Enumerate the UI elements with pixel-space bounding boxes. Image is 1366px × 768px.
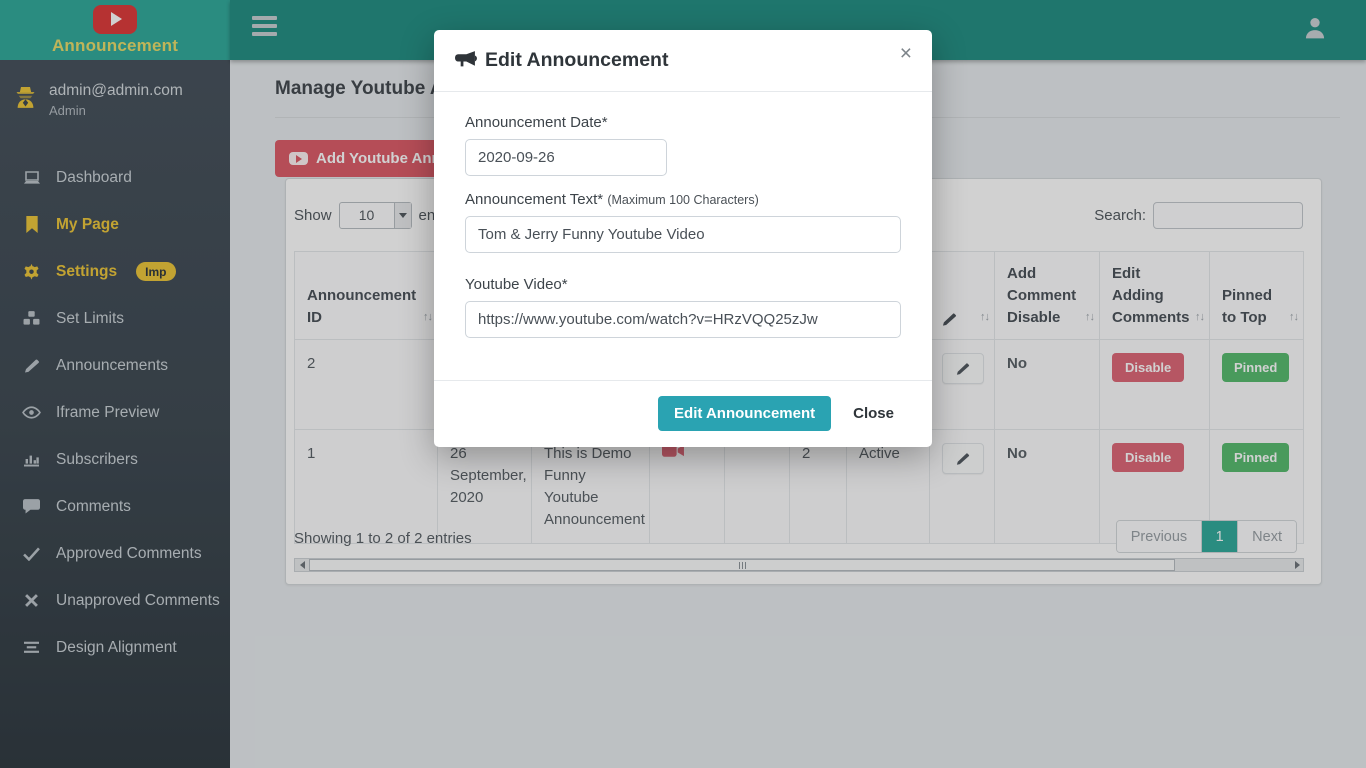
announcement-date-input[interactable]	[465, 139, 667, 176]
bullhorn-icon	[454, 50, 477, 71]
modal-footer: Edit Announcement Close	[434, 380, 932, 447]
modal-header: Edit Announcement ×	[434, 30, 932, 92]
video-field-label: Youtube Video*	[465, 276, 901, 293]
max-characters-hint: (Maximum 100 Characters)	[607, 193, 758, 207]
text-field-label: Announcement Text* (Maximum 100 Characte…	[465, 191, 901, 208]
modal-close-button[interactable]: Close	[835, 396, 912, 431]
edit-announcement-modal: Edit Announcement × Announcement Date* A…	[434, 30, 932, 447]
modal-body: Announcement Date* Announcement Text* (M…	[434, 92, 932, 380]
date-field-label: Announcement Date*	[465, 114, 901, 131]
modal-title: Edit Announcement	[485, 49, 668, 72]
announcement-text-input[interactable]	[465, 216, 901, 253]
youtube-video-input[interactable]	[465, 301, 901, 338]
edit-announcement-submit-button[interactable]: Edit Announcement	[658, 396, 831, 431]
close-icon[interactable]: ×	[900, 42, 912, 66]
